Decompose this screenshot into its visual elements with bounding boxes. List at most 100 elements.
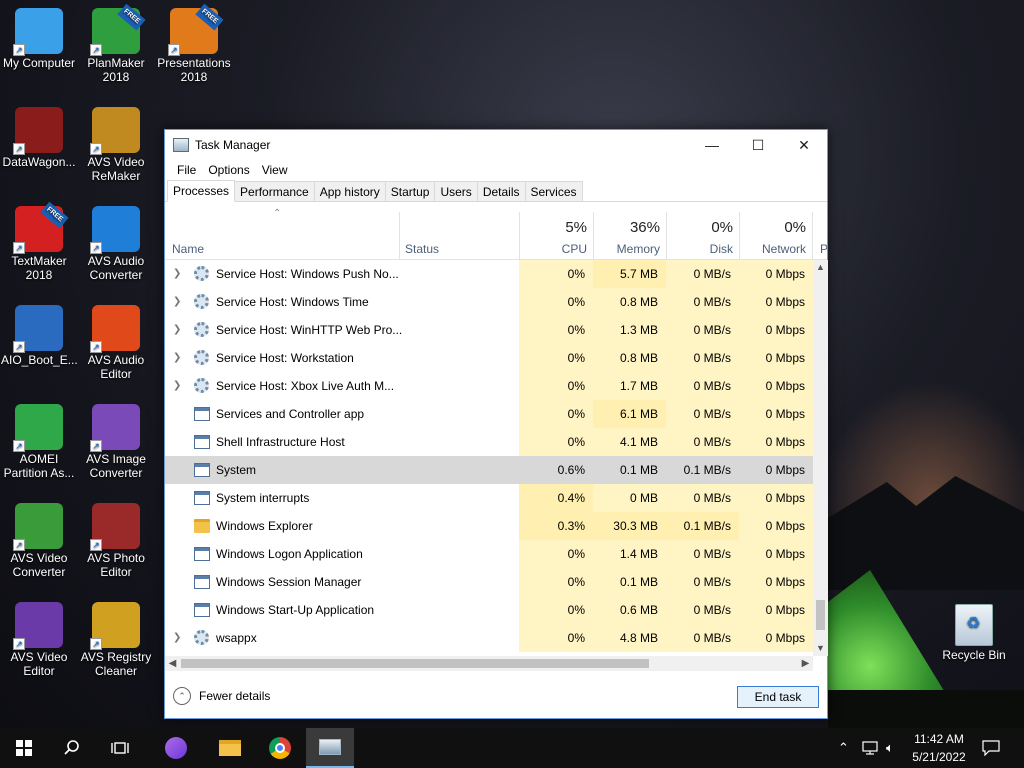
title-bar[interactable]: Task Manager — ☐ ✕ [165, 130, 827, 160]
start-button[interactable] [0, 728, 48, 768]
desktop-icon-mid-0[interactable]: ↗ FREE PlanMaker 2018 [78, 3, 154, 84]
process-disk: 0.1 MB/s [666, 456, 739, 484]
network-total: 0% [784, 219, 806, 236]
tab-app-history[interactable]: App history [313, 181, 386, 201]
chrome-taskbar-button[interactable] [256, 728, 304, 768]
process-row[interactable]: Windows Session Manager 0% 0.1 MB 0 MB/s 0 M… [165, 568, 813, 596]
clock-date: 5/21/2022 [912, 750, 966, 764]
vertical-scrollbar[interactable]: ▲ ▼ [813, 260, 828, 656]
process-row[interactable]: System 0.6% 0.1 MB 0.1 MB/s 0 Mbps [165, 456, 813, 484]
process-cpu: 0% [519, 568, 593, 596]
menu-view[interactable]: View [256, 163, 294, 177]
process-row[interactable]: System interrupts 0.4% 0 MB 0 MB/s 0 Mbps [165, 484, 813, 512]
tab-performance[interactable]: Performance [234, 181, 315, 201]
process-row[interactable]: ❯ Service Host: Workstation 0% 0.8 MB 0 MB/s… [165, 344, 813, 372]
tab-processes[interactable]: Processes [167, 180, 236, 202]
process-cpu: 0% [519, 260, 593, 288]
expand-chevron-icon[interactable]: ❯ [173, 344, 183, 372]
scroll-left-arrow-icon[interactable]: ◀ [165, 656, 180, 671]
desktop-icon-left-1[interactable]: ↗ DataWagon... [1, 107, 77, 169]
column-cpu[interactable]: 5% CPU [519, 212, 593, 260]
desktop-icon-mid-3[interactable]: ↗ AVS Audio Editor [78, 305, 154, 381]
task-view-button[interactable] [96, 728, 144, 768]
clock-time: 11:42 AM [914, 732, 964, 746]
process-row[interactable]: Windows Logon Application 0% 1.4 MB 0 MB/s 0… [165, 540, 813, 568]
scroll-up-arrow-icon[interactable]: ▲ [813, 260, 828, 275]
menu-options[interactable]: Options [202, 163, 255, 177]
memory-total: 36% [629, 219, 660, 236]
scroll-down-arrow-icon[interactable]: ▼ [813, 641, 828, 656]
process-row[interactable]: ❯ Service Host: WinHTTP Web Pro... 0% 1.3 M… [165, 316, 813, 344]
folder-icon [219, 740, 241, 756]
ground [828, 690, 1024, 730]
desktop-icon-mid-6[interactable]: ↗ AVS Registry Cleaner [78, 602, 154, 678]
network-tray-button[interactable] [862, 728, 878, 768]
menu-file[interactable]: File [171, 163, 202, 177]
horizontal-scrollbar[interactable]: ◀ ▶ [165, 656, 813, 671]
desktop-icon-left-0[interactable]: ↗ My Computer [1, 8, 77, 70]
process-row[interactable]: Windows Start-Up Application 0% 0.6 MB 0 MB… [165, 596, 813, 624]
desktop-icon-right-0[interactable]: ↗ FREE Presentations 2018 [156, 3, 232, 84]
column-name[interactable]: Name [165, 212, 399, 260]
expand-chevron-icon[interactable]: ❯ [173, 288, 183, 316]
expand-chevron-icon[interactable]: ❯ [173, 316, 183, 344]
process-disk: 0.1 MB/s [666, 512, 739, 540]
column-status[interactable]: Status [399, 212, 519, 260]
shortcut-arrow-icon: ↗ [90, 440, 102, 452]
desktop-icon-mid-1[interactable]: ↗ AVS Video ReMaker [78, 107, 154, 183]
maximize-button[interactable]: ☐ [735, 130, 781, 160]
process-row[interactable]: Windows Explorer 0.3% 30.3 MB 0.1 MB/s 0 Mbp… [165, 512, 813, 540]
process-row[interactable]: ❯ Service Host: Windows Push No... 0% 5.7 M… [165, 260, 813, 288]
end-task-button[interactable]: End task [737, 686, 819, 708]
tab-services[interactable]: Services [524, 181, 583, 201]
desktop-icon-mid-2[interactable]: ↗ AVS Audio Converter [78, 206, 154, 282]
expand-chevron-icon[interactable]: ❯ [173, 372, 183, 400]
clock[interactable]: 11:42 AM 5/21/2022 [906, 730, 972, 766]
process-cpu: 0% [519, 316, 593, 344]
desktop-icon-label: AVS Image Converter [86, 452, 146, 480]
process-row[interactable]: ❯ wsappx 0% 4.8 MB 0 MB/s 0 Mbps [165, 624, 813, 652]
expand-chevron-icon[interactable]: ❯ [173, 624, 183, 652]
column-disk-label: Disk [709, 242, 733, 256]
process-disk: 0 MB/s [666, 400, 739, 428]
expand-chevron-icon[interactable]: ❯ [173, 260, 183, 288]
show-hidden-icons-button[interactable]: ⌃ [838, 728, 849, 768]
desktop-icon-left-3[interactable]: ↗ AIO_Boot_E... [1, 305, 78, 367]
search-button[interactable] [48, 728, 96, 768]
minimize-button[interactable]: — [689, 130, 735, 160]
horizontal-scroll-thumb[interactable] [181, 659, 649, 668]
desktop-icon-left-4[interactable]: ↗ AOMEI Partition As... [1, 404, 77, 480]
desktop-icon-label: DataWagon... [2, 155, 76, 169]
gear-icon [194, 630, 209, 645]
desktop-icon-left-6[interactable]: ↗ AVS Video Editor [1, 602, 77, 678]
cortana-button[interactable] [152, 728, 200, 768]
process-memory: 0.8 MB [593, 288, 666, 316]
process-row[interactable]: ❯ Service Host: Windows Time 0% 0.8 MB 0 MB/… [165, 288, 813, 316]
volume-tray-button[interactable]: 🔈︎ [886, 728, 894, 768]
desktop-icon-mid-5[interactable]: ↗ AVS Photo Editor [78, 503, 154, 579]
desktop-icon-mid-4[interactable]: ↗ AVS Image Converter [78, 404, 154, 480]
close-button[interactable]: ✕ [781, 130, 827, 160]
desktop-icon-recycle-bin[interactable]: ♻ Recycle Bin [936, 604, 1012, 662]
scroll-right-arrow-icon[interactable]: ▶ [798, 656, 813, 671]
task-manager-taskbar-button[interactable] [306, 728, 354, 768]
process-row[interactable]: Services and Controller app 0% 6.1 MB 0 MB/… [165, 400, 813, 428]
fewer-details-button[interactable]: ⌃ Fewer details [173, 687, 270, 705]
process-row[interactable]: ❯ Service Host: Xbox Live Auth M... 0% 1.7 … [165, 372, 813, 400]
tab-details[interactable]: Details [476, 181, 526, 201]
process-row[interactable]: Shell Infrastructure Host 0% 4.1 MB 0 MB/s 0… [165, 428, 813, 456]
column-memory[interactable]: 36% Memory [593, 212, 666, 260]
process-disk: 0 MB/s [666, 288, 739, 316]
tab-users[interactable]: Users [434, 181, 478, 201]
tab-startup[interactable]: Startup [384, 181, 436, 201]
desktop-icon-left-2[interactable]: ↗ FREE TextMaker 2018 [1, 201, 77, 282]
gear-icon [194, 294, 209, 309]
action-center-button[interactable] [982, 728, 1000, 768]
vertical-scroll-thumb[interactable] [816, 600, 825, 630]
column-network[interactable]: 0% Network [739, 212, 812, 260]
file-explorer-taskbar-button[interactable] [206, 728, 254, 768]
desktop-icon-label: AVS Video Converter [10, 551, 68, 579]
desktop-icon-left-5[interactable]: ↗ AVS Video Converter [1, 503, 77, 579]
column-power[interactable]: P [813, 212, 827, 260]
column-disk[interactable]: 0% Disk [666, 212, 739, 260]
